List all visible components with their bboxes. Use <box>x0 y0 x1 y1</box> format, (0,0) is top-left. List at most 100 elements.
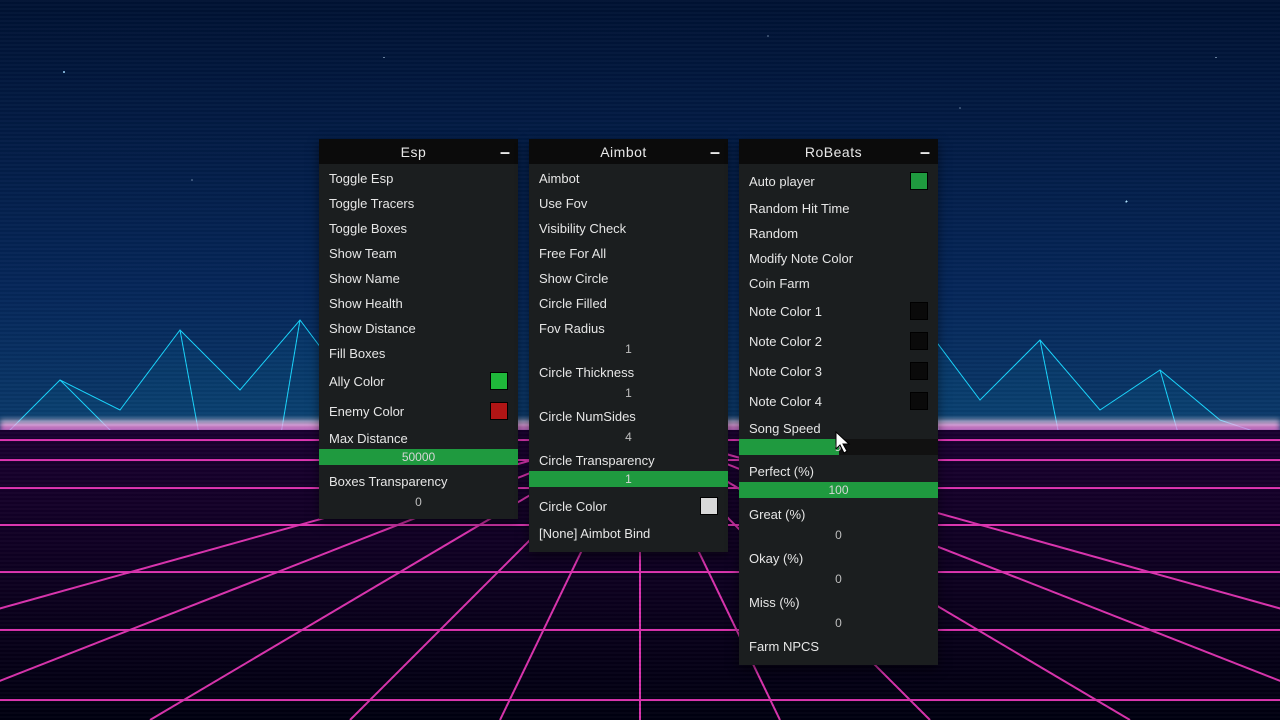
color-swatch[interactable] <box>910 302 928 320</box>
value-display[interactable]: 1 <box>529 341 728 360</box>
toggle-row[interactable]: Show Distance <box>319 316 518 341</box>
row-label: Circle Color <box>539 500 700 513</box>
slider[interactable]: 100 <box>739 482 938 498</box>
toggle-row[interactable]: Modify Note Color <box>739 246 938 271</box>
toggle-row[interactable]: Show Team <box>319 241 518 266</box>
color-swatch[interactable] <box>490 402 508 420</box>
label-row: Boxes Transparency <box>319 469 518 494</box>
row-label: Use Fov <box>539 197 718 210</box>
slider[interactable]: 1 <box>529 471 728 487</box>
row-label: Circle Filled <box>539 297 718 310</box>
color-swatch[interactable] <box>910 392 928 410</box>
row-label: Visibility Check <box>539 222 718 235</box>
toggle-row[interactable]: Free For All <box>529 241 728 266</box>
aimbot-panel-header[interactable]: Aimbot– <box>529 139 728 164</box>
toggle-row[interactable]: Toggle Boxes <box>319 216 518 241</box>
toggle-row[interactable]: Auto player <box>739 166 938 196</box>
row-label: Modify Note Color <box>749 252 928 265</box>
color-row[interactable]: Note Color 4 <box>739 386 938 416</box>
minimize-button[interactable]: – <box>500 147 510 157</box>
row-label: Note Color 1 <box>749 305 910 318</box>
row-label: Great (%) <box>749 508 928 521</box>
toggle-row[interactable]: Aimbot <box>529 166 728 191</box>
aimbot-panel[interactable]: Aimbot–Aimbot Use Fov Visibility Check Free… <box>529 139 728 552</box>
value-display[interactable]: 1 <box>529 385 728 404</box>
row-label: Free For All <box>539 247 718 260</box>
value-display[interactable]: 0 <box>739 527 938 546</box>
color-row[interactable]: Note Color 3 <box>739 356 938 386</box>
panel-body: Aimbot Use Fov Visibility Check Free For Al… <box>529 164 728 552</box>
row-label: Show Team <box>329 247 508 260</box>
row-label: Farm NPCS <box>749 640 928 653</box>
color-row[interactable]: Enemy Color <box>319 396 518 426</box>
row-label: Fov Radius <box>539 322 718 335</box>
value-display[interactable]: 0 <box>739 615 938 634</box>
color-row[interactable]: Note Color 2 <box>739 326 938 356</box>
color-swatch[interactable] <box>490 372 508 390</box>
color-row[interactable]: Ally Color <box>319 366 518 396</box>
label-row: Fov Radius <box>529 316 728 341</box>
row-label: Show Circle <box>539 272 718 285</box>
toggle-row[interactable]: Coin Farm <box>739 271 938 296</box>
toggle-row[interactable]: Farm NPCS <box>739 634 938 659</box>
label-row: Great (%) <box>739 502 938 527</box>
row-label: Show Distance <box>329 322 508 335</box>
color-row[interactable]: Circle Color <box>529 491 728 521</box>
label-row: Circle Transparency <box>529 448 728 473</box>
label-row: Circle NumSides <box>529 404 728 429</box>
toggle-row[interactable]: Circle Filled <box>529 291 728 316</box>
minimize-button[interactable]: – <box>920 147 930 157</box>
row-label: Max Distance <box>329 432 508 445</box>
toggle-row[interactable]: Random Hit Time <box>739 196 938 221</box>
value-display[interactable]: 4 <box>529 429 728 448</box>
color-swatch[interactable] <box>910 332 928 350</box>
esp-panel-header[interactable]: Esp– <box>319 139 518 164</box>
row-label: Miss (%) <box>749 596 928 609</box>
row-label: Auto player <box>749 175 910 188</box>
slider[interactable]: 50000 <box>319 449 518 465</box>
robeats-panel[interactable]: RoBeats– Auto player Random Hit Time Random… <box>739 139 938 665</box>
label-row: Miss (%) <box>739 590 938 615</box>
cheat-panels-container: Esp– Toggle Esp Toggle Tracers Toggle Boxes… <box>0 0 1280 720</box>
slider[interactable]: 5 <box>739 439 938 455</box>
row-label: Note Color 3 <box>749 365 910 378</box>
robeats-panel-header[interactable]: RoBeats– <box>739 139 938 164</box>
row-label: Show Health <box>329 297 508 310</box>
toggle-row[interactable]: Show Circle <box>529 266 728 291</box>
row-label: Ally Color <box>329 375 490 388</box>
row-label: Note Color 2 <box>749 335 910 348</box>
row-label: [None] Aimbot Bind <box>539 527 718 540</box>
toggle-row[interactable]: Toggle Tracers <box>319 191 518 216</box>
label-row: Song Speed <box>739 416 938 441</box>
toggle-indicator[interactable] <box>910 172 928 190</box>
label-row: Okay (%) <box>739 546 938 571</box>
bind-row[interactable]: [None] Aimbot Bind <box>529 521 728 546</box>
row-label: Toggle Boxes <box>329 222 508 235</box>
toggle-row[interactable]: Use Fov <box>529 191 728 216</box>
value-display[interactable]: 0 <box>319 494 518 513</box>
label-row: Perfect (%) <box>739 459 938 484</box>
row-label: Note Color 4 <box>749 395 910 408</box>
toggle-row[interactable]: Visibility Check <box>529 216 728 241</box>
esp-panel[interactable]: Esp– Toggle Esp Toggle Tracers Toggle Boxes… <box>319 139 518 519</box>
slider-fill <box>739 439 839 455</box>
row-label: Random <box>749 227 928 240</box>
row-label: Okay (%) <box>749 552 928 565</box>
row-label: Toggle Tracers <box>329 197 508 210</box>
value-display[interactable]: 0 <box>739 571 938 590</box>
label-row: Circle Thickness <box>529 360 728 385</box>
toggle-row[interactable]: Show Health <box>319 291 518 316</box>
row-label: Boxes Transparency <box>329 475 508 488</box>
panel-body: Auto player Random Hit Time Random Modify N… <box>739 164 938 665</box>
row-label: Show Name <box>329 272 508 285</box>
minimize-button[interactable]: – <box>710 147 720 157</box>
color-swatch[interactable] <box>910 362 928 380</box>
color-swatch[interactable] <box>700 497 718 515</box>
color-row[interactable]: Note Color 1 <box>739 296 938 326</box>
row-label: Perfect (%) <box>749 465 928 478</box>
toggle-row[interactable]: Fill Boxes <box>319 341 518 366</box>
row-label: Toggle Esp <box>329 172 508 185</box>
toggle-row[interactable]: Show Name <box>319 266 518 291</box>
toggle-row[interactable]: Random <box>739 221 938 246</box>
toggle-row[interactable]: Toggle Esp <box>319 166 518 191</box>
